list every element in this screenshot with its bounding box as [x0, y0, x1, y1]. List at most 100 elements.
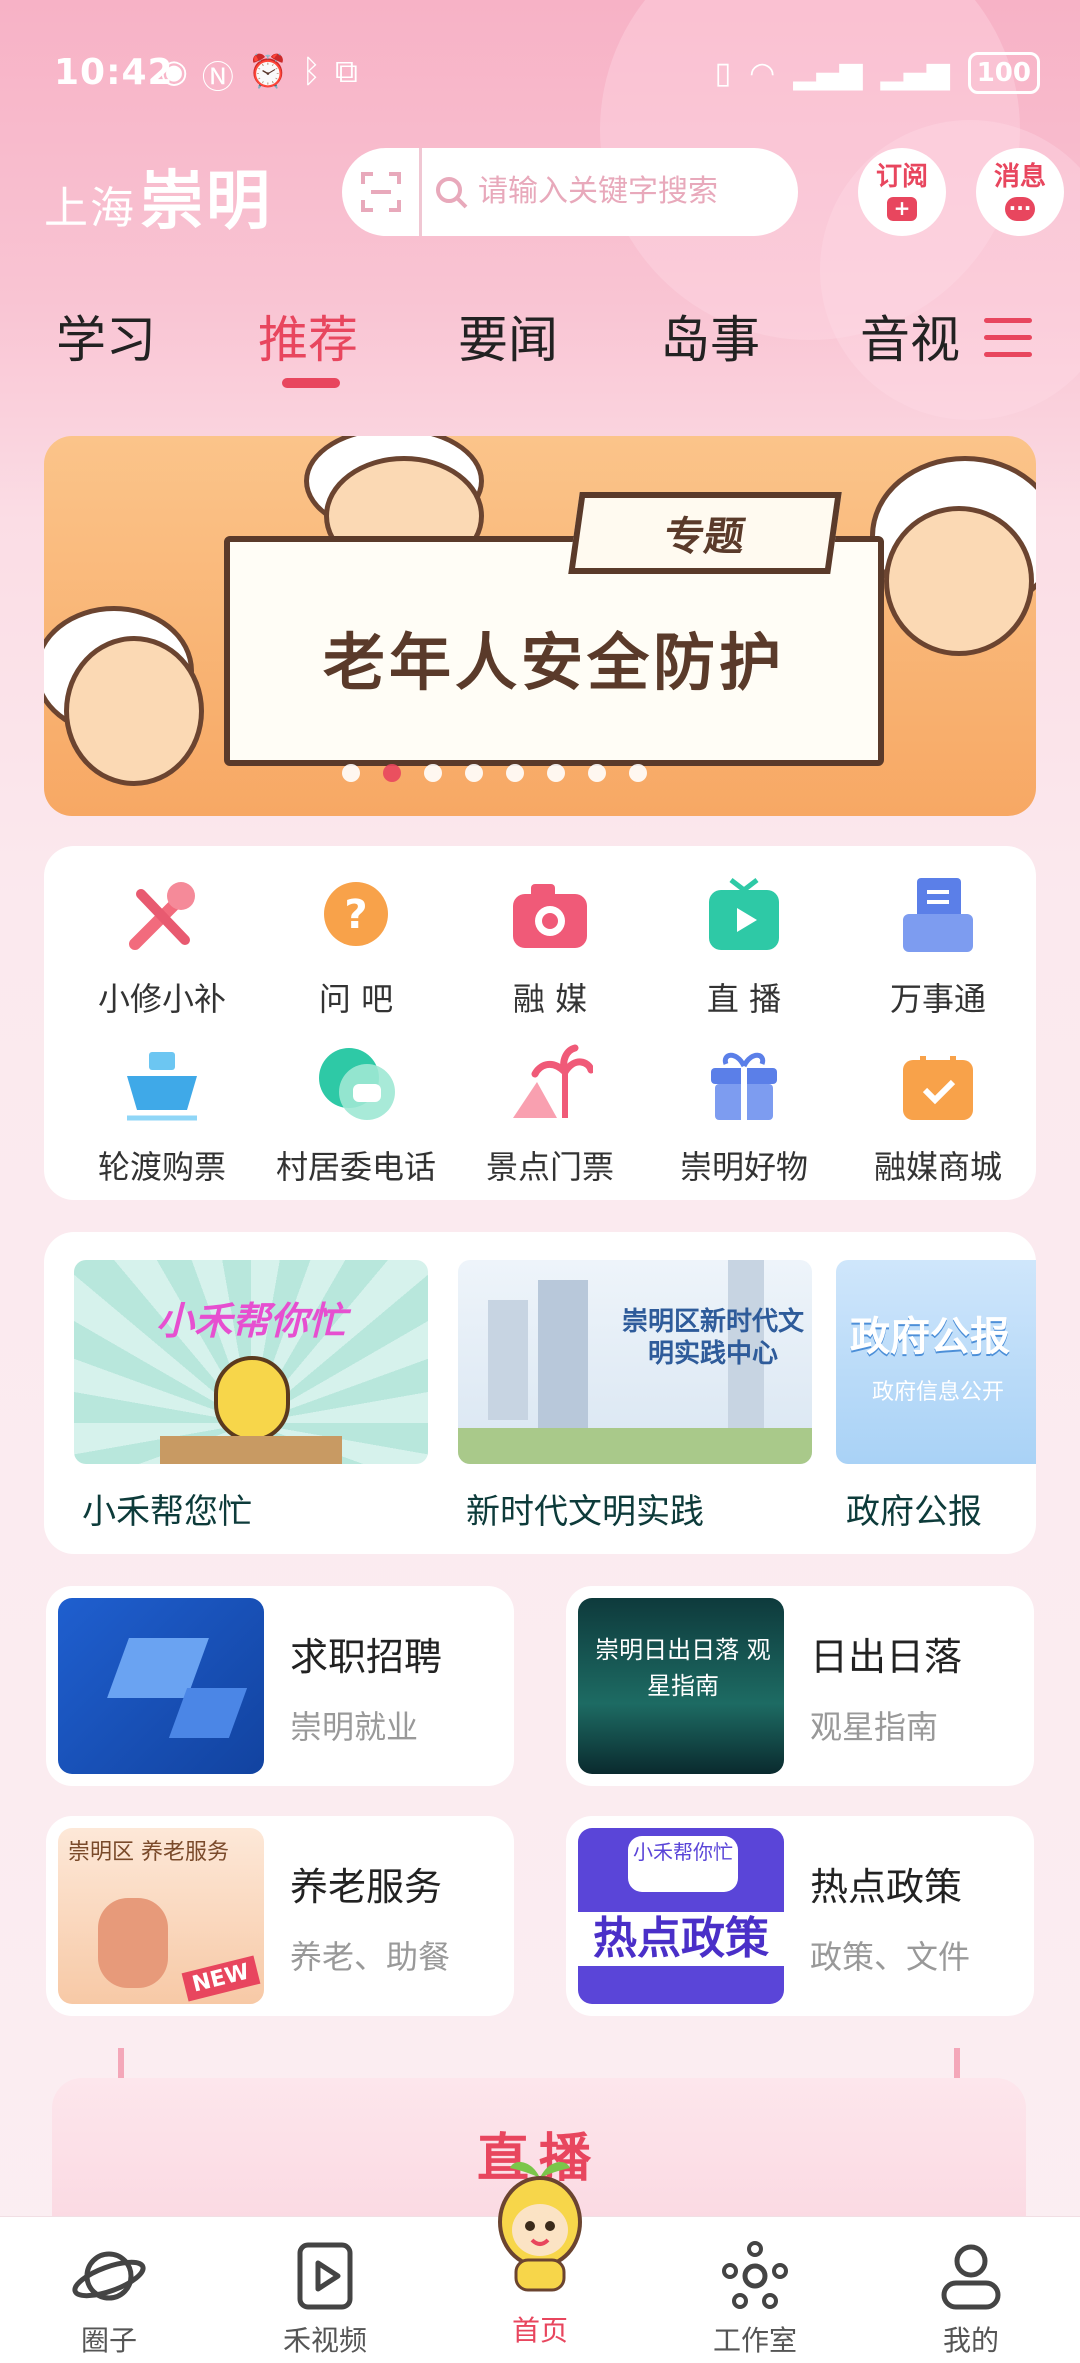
quick-service-grid: 小修小补 ? 问 吧 融 媒 直 播 万事通 轮渡购票 村居委电话 景点门票 崇…: [44, 846, 1036, 1200]
tab-recommend[interactable]: 推荐: [258, 300, 358, 372]
elder-figure: [98, 1898, 168, 1988]
studio-icon: [722, 2241, 788, 2309]
new-badge: NEW: [181, 1955, 261, 2002]
more-dots-icon: ···: [1005, 197, 1035, 221]
pagination-dot[interactable]: [506, 764, 524, 782]
camera-icon: [502, 874, 598, 960]
shop-bag-icon: [890, 1042, 986, 1128]
subscribe-label: 订阅: [875, 162, 928, 192]
jobs-thumbnail: [58, 1598, 264, 1774]
svg-text:?: ?: [344, 892, 367, 938]
nav-circle[interactable]: 圈子: [34, 2237, 184, 2359]
wrench-icon: [114, 874, 210, 960]
thumb-badge: 小禾帮你忙: [628, 1836, 738, 1892]
category-tabs: 学习 推荐 要闻 岛事 音视: [0, 300, 1080, 410]
tab-island[interactable]: 岛事: [660, 300, 760, 372]
battery-icon: 100: [967, 52, 1040, 94]
feature-image: 政府公报 政府信息公开: [836, 1260, 1036, 1464]
feature-card-gov[interactable]: 政府公报 政府信息公开 政府公报: [836, 1260, 1036, 1533]
ferry-icon: [114, 1042, 210, 1128]
eye-icon: ◉: [160, 52, 188, 90]
pagination-dot-active[interactable]: [383, 764, 401, 782]
tab-video[interactable]: 音视: [860, 300, 960, 372]
messages-button[interactable]: 消息 ···: [976, 148, 1064, 236]
service-card-elderly[interactable]: 崇明区 养老服务 NEW 养老服务 养老、助餐: [46, 1816, 514, 2016]
pagination-dot[interactable]: [342, 764, 360, 782]
feature-image-text: 小禾帮你忙: [155, 1299, 346, 1343]
mascot-icon: [214, 1356, 290, 1442]
nav-studio[interactable]: 工作室: [680, 2237, 830, 2359]
feature-image-text: 政府公报: [850, 1314, 1010, 1360]
search-input[interactable]: [478, 175, 778, 209]
link-icon: ⧉: [334, 52, 358, 90]
plus-icon: +: [887, 197, 917, 221]
grid-item-ask[interactable]: ? 问 吧: [258, 874, 454, 1020]
tv-play-icon: [696, 874, 792, 960]
pagination-dot[interactable]: [465, 764, 483, 782]
planet-icon: [72, 2251, 146, 2301]
logo-small: 上海: [44, 183, 136, 234]
app-logo: 上海崇明: [44, 150, 272, 242]
building: [488, 1300, 528, 1420]
service-card-jobs[interactable]: 求职招聘 崇明就业: [46, 1586, 514, 1786]
elder-face: [64, 636, 204, 786]
feature-card-civilization[interactable]: 崇明区新时代文明实践中心 新时代文明实践: [458, 1260, 812, 1533]
nfc-icon: Ⓝ: [201, 58, 234, 96]
grid-item-mall[interactable]: 融媒商城: [840, 1042, 1036, 1188]
status-icons: ◉ Ⓝ ⏰ ᛒ ⧉: [160, 52, 358, 98]
grid-item-media[interactable]: 融 媒: [452, 874, 648, 1020]
thumb-text: 崇明区 养老服务: [68, 1840, 229, 1865]
mascot-home-icon[interactable]: [486, 2152, 594, 2292]
feature-image-text: 崇明区新时代文明实践中心: [621, 1307, 804, 1369]
signal-5g-icon: ▂▄▆: [793, 55, 863, 91]
pagination-dot[interactable]: [547, 764, 565, 782]
pagination-dot[interactable]: [588, 764, 606, 782]
pagination-dot[interactable]: [629, 764, 647, 782]
elderly-thumbnail: 崇明区 养老服务 NEW: [58, 1828, 264, 2004]
nav-profile[interactable]: 我的: [896, 2237, 1046, 2359]
service-card-sunrise[interactable]: 崇明日出日落 观星指南 日出日落 观星指南: [566, 1586, 1034, 1786]
video-play-icon: [297, 2242, 353, 2310]
messages-label: 消息: [993, 162, 1046, 192]
bluetooth-icon: ᛒ: [301, 52, 321, 90]
printer-doc-icon: [890, 874, 986, 960]
scan-icon[interactable]: [342, 148, 422, 236]
thumb-text: 热点政策: [578, 1912, 784, 1966]
grid-item-live[interactable]: 直 播: [646, 874, 842, 1020]
signal-5g-icon: ▂▄▆: [880, 55, 950, 91]
pagination-dot[interactable]: [424, 764, 442, 782]
feature-card-help[interactable]: 小禾帮你忙 小禾帮您忙: [74, 1260, 428, 1533]
menu-icon[interactable]: [984, 318, 1032, 360]
grid-item-village-phone[interactable]: 村居委电话: [258, 1042, 454, 1188]
gift-icon: [696, 1042, 792, 1128]
grid-item-ferry[interactable]: 轮渡购票: [64, 1042, 260, 1188]
topic-tag: 专题: [568, 492, 842, 574]
thumb-text: 崇明日出日落 观星指南: [595, 1636, 771, 1700]
tab-news[interactable]: 要闻: [458, 300, 558, 372]
service-card-policy[interactable]: 小禾帮你忙 热点政策 热点政策 政策、文件: [566, 1816, 1034, 2016]
nav-video[interactable]: 禾视频: [250, 2237, 400, 2359]
grid-item-goods[interactable]: 崇明好物: [646, 1042, 842, 1188]
building: [538, 1280, 588, 1430]
vibrate-icon: ▯: [714, 55, 732, 91]
subscribe-button[interactable]: 订阅 +: [858, 148, 946, 236]
topic-banner[interactable]: 专题 老年人安全防护: [44, 436, 1036, 816]
grid-item-info[interactable]: 万事通: [840, 874, 1036, 1020]
ground: [458, 1428, 812, 1464]
tab-study[interactable]: 学习: [56, 300, 156, 372]
palm-tree-icon: [502, 1042, 598, 1128]
feature-image: 崇明区新时代文明实践中心: [458, 1260, 812, 1464]
nav-home[interactable]: 首页: [465, 2309, 615, 2349]
desk: [160, 1436, 342, 1464]
grid-item-tickets[interactable]: 景点门票: [452, 1042, 648, 1188]
status-bar: 10:42 ◉ Ⓝ ⏰ ᛒ ⧉ ▯ ◠ ▂▄▆ ▂▄▆ 100: [0, 0, 1080, 140]
alarm-icon: ⏰: [247, 52, 288, 90]
search-bar[interactable]: [342, 148, 798, 236]
search-icon: [434, 169, 478, 215]
active-tab-indicator: [282, 378, 340, 388]
grid-item-repair[interactable]: 小修小补: [64, 874, 260, 1020]
wifi-icon: ◠: [749, 55, 776, 91]
feature-image: 小禾帮你忙: [74, 1260, 428, 1464]
status-time: 10:42: [54, 52, 174, 93]
question-icon: ?: [308, 874, 404, 960]
